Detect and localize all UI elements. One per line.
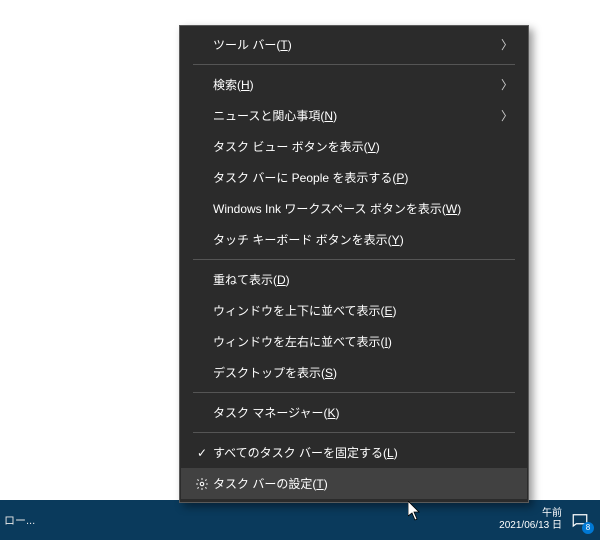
menu-item-label: タスク マネージャー(K) <box>213 404 499 421</box>
menu-separator <box>193 64 515 65</box>
menu-item[interactable]: デスクトップを表示(S) <box>181 357 527 388</box>
check-icon: ✓ <box>191 446 213 460</box>
menu-separator <box>193 392 515 393</box>
taskbar[interactable]: ロー... 午前 2021/06/13 日 8 <box>0 500 600 540</box>
menu-item-label: ウィンドウを上下に並べて表示(E) <box>213 302 499 319</box>
menu-item[interactable]: 検索(H)〉 <box>181 69 527 100</box>
taskbar-clock[interactable]: 午前 2021/06/13 日 <box>499 508 562 532</box>
menu-item-label: Windows Ink ワークスペース ボタンを表示(W) <box>213 200 499 217</box>
menu-item-label: ツール バー(T) <box>213 36 499 53</box>
menu-item-label: タッチ キーボード ボタンを表示(Y) <box>213 231 499 248</box>
menu-item-label: ウィンドウを左右に並べて表示(I) <box>213 333 499 350</box>
menu-item[interactable]: タッチ キーボード ボタンを表示(Y) <box>181 224 527 255</box>
menu-item[interactable]: タスク バーの設定(T) <box>181 468 527 499</box>
menu-item[interactable]: ✓すべてのタスク バーを固定する(L) <box>181 437 527 468</box>
menu-separator <box>193 432 515 433</box>
chevron-right-icon: 〉 <box>499 36 513 53</box>
menu-item-label: タスク バーに People を表示する(P) <box>213 169 499 186</box>
clock-line1: 午前 <box>499 508 562 520</box>
clock-line2: 2021/06/13 日 <box>499 520 562 532</box>
menu-item-label: タスク ビュー ボタンを表示(V) <box>213 138 499 155</box>
menu-item[interactable]: Windows Ink ワークスペース ボタンを表示(W) <box>181 193 527 224</box>
menu-item[interactable]: ウィンドウを上下に並べて表示(E) <box>181 295 527 326</box>
menu-item-label: 重ねて表示(D) <box>213 271 499 288</box>
taskbar-tray: 午前 2021/06/13 日 8 <box>499 508 600 532</box>
menu-item[interactable]: ウィンドウを左右に並べて表示(I) <box>181 326 527 357</box>
menu-item[interactable]: ツール バー(T)〉 <box>181 29 527 60</box>
menu-item[interactable]: ニュースと関心事項(N)〉 <box>181 100 527 131</box>
menu-separator <box>193 259 515 260</box>
menu-item[interactable]: タスク ビュー ボタンを表示(V) <box>181 131 527 162</box>
menu-item[interactable]: 重ねて表示(D) <box>181 264 527 295</box>
menu-item-label: デスクトップを表示(S) <box>213 364 499 381</box>
chevron-right-icon: 〉 <box>499 76 513 93</box>
notification-badge: 8 <box>582 522 594 534</box>
taskbar-left-label: ロー... <box>0 512 35 528</box>
notifications-icon[interactable]: 8 <box>568 508 592 532</box>
menu-item-label: ニュースと関心事項(N) <box>213 107 499 124</box>
menu-item[interactable]: タスク バーに People を表示する(P) <box>181 162 527 193</box>
menu-item-label: タスク バーの設定(T) <box>213 475 499 492</box>
taskbar-context-menu: ツール バー(T)〉検索(H)〉ニュースと関心事項(N)〉タスク ビュー ボタン… <box>179 25 529 503</box>
menu-item-label: 検索(H) <box>213 76 499 93</box>
menu-item[interactable]: タスク マネージャー(K) <box>181 397 527 428</box>
gear-icon <box>191 477 213 491</box>
chevron-right-icon: 〉 <box>499 107 513 124</box>
menu-item-label: すべてのタスク バーを固定する(L) <box>213 444 499 461</box>
